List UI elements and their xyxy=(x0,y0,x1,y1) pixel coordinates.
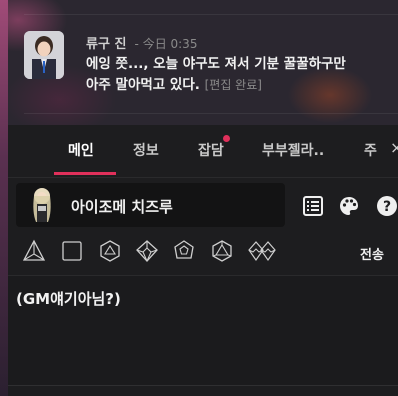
edited-label: [편집 완료] xyxy=(204,78,262,92)
channel-tabs: 메인 정보 잡담 부부젤라.. 주 × xyxy=(8,125,398,175)
message-line-1: 에잉 쯧..., 오늘 야구도 져서 기분 꿀꿀하구만 xyxy=(86,56,346,72)
chat-input-panel: 메인 정보 잡담 부부젤라.. 주 × 아이조메 치즈루 ? 전송 (GM얘기아… xyxy=(8,125,398,396)
tabs-divider xyxy=(8,177,398,178)
svg-text:?: ? xyxy=(383,199,391,215)
tab-info[interactable]: 정보 xyxy=(133,140,159,160)
message-input[interactable]: (GM얘기아님?) xyxy=(8,275,398,385)
message-line-2-text: 아주 말아먹고 있다. xyxy=(86,77,200,93)
d20-icon[interactable] xyxy=(210,239,234,263)
tab-overflow[interactable]: 주 xyxy=(364,140,377,160)
tab-chat[interactable]: 잡담 xyxy=(198,140,224,160)
dice-toolbar xyxy=(22,239,392,265)
author-name[interactable]: 류구 진 xyxy=(86,37,126,52)
d8-icon[interactable] xyxy=(98,239,122,263)
tab-vuvuzela[interactable]: 부부젤라.. xyxy=(262,140,324,160)
character-avatar xyxy=(24,186,60,224)
message-time: - 今日 0:35 xyxy=(134,37,198,51)
bottom-divider xyxy=(8,385,398,386)
list-icon[interactable] xyxy=(302,195,324,217)
d12-icon[interactable] xyxy=(172,239,196,263)
chat-message: 류구 진 - 今日 0:35 에잉 쯧..., 오늘 야구도 져서 기분 꿀꿀하… xyxy=(24,14,398,114)
active-tab-indicator xyxy=(54,172,116,175)
tab-main[interactable]: 메인 xyxy=(68,140,94,160)
d4-icon[interactable] xyxy=(22,239,46,263)
message-body: 에잉 쯧..., 오늘 야구도 져서 기분 꿀꿀하구만 아주 말아먹고 있다. … xyxy=(86,54,396,96)
close-icon[interactable]: × xyxy=(390,138,398,157)
palette-icon[interactable] xyxy=(338,195,360,217)
left-edge-strip xyxy=(0,0,8,396)
help-icon[interactable]: ? xyxy=(376,195,398,217)
d6-icon[interactable] xyxy=(60,239,84,263)
message-line-2: 아주 말아먹고 있다. [편집 완료] xyxy=(86,75,396,96)
character-selector[interactable]: 아이조메 치즈루 xyxy=(16,183,285,227)
character-name: 아이조메 치즈루 xyxy=(71,198,173,216)
d100-icon[interactable] xyxy=(248,239,276,263)
d10-icon[interactable] xyxy=(135,239,159,263)
message-input-text: (GM얘기아님?) xyxy=(16,290,121,308)
message-header: 류구 진 - 今日 0:35 xyxy=(86,33,197,52)
send-button[interactable]: 전송 xyxy=(360,244,384,263)
notification-dot xyxy=(223,135,230,142)
author-avatar[interactable] xyxy=(24,31,64,79)
